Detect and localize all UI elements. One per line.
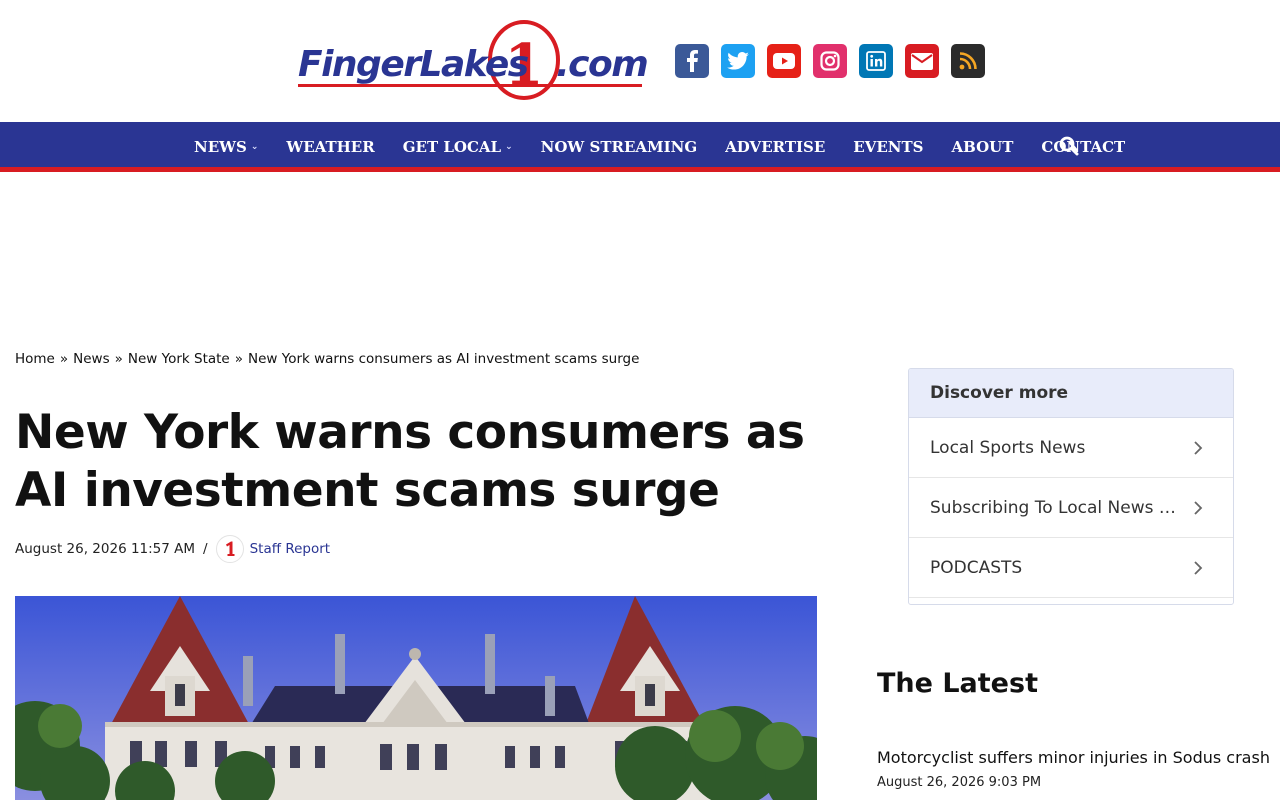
- discover-more-panel: Discover more Local Sports News Subscrib…: [908, 368, 1234, 605]
- discover-item-local-sports-news[interactable]: Local Sports News: [909, 418, 1233, 478]
- nav-item-advertise[interactable]: ADVERTISE: [725, 138, 825, 156]
- latest-date: August 26, 2026 9:03 PM: [877, 775, 1042, 790]
- nav-item-contact[interactable]: CONTACT: [1041, 138, 1125, 156]
- breadcrumb-new-york-state[interactable]: New York State: [128, 351, 230, 367]
- logo-numeral-icon: [225, 541, 235, 556]
- logo-underline: [298, 84, 642, 87]
- site-logo[interactable]: 1 FingerLakes .com: [294, 16, 649, 106]
- nav-item-events[interactable]: EVENTS: [853, 138, 923, 156]
- nav-item-now-streaming[interactable]: NOW STREAMING: [541, 138, 698, 156]
- email-icon[interactable]: [905, 44, 939, 78]
- social-links: [675, 44, 985, 78]
- discover-item-subscribing[interactable]: Subscribing To Local News P...: [909, 478, 1233, 538]
- latest-headline-link[interactable]: Motorcyclist suffers minor injuries in S…: [877, 748, 1270, 767]
- logo-text-right: .com: [556, 44, 649, 85]
- chevron-right-icon: [1194, 440, 1203, 455]
- author-link[interactable]: Staff Report: [250, 541, 330, 557]
- nav-list: NEWS ⌄ WEATHER GET LOCAL ⌄ NOW STREAMING A…: [194, 122, 1153, 172]
- breadcrumb-current: New York warns consumers as AI investmen…: [248, 351, 640, 367]
- chevron-down-icon: ⌄: [250, 142, 259, 152]
- discover-heading: Discover more: [909, 369, 1233, 418]
- instagram-icon[interactable]: [813, 44, 847, 78]
- rss-icon[interactable]: [951, 44, 985, 78]
- article-date: August 26, 2026 11:57 AM: [15, 541, 196, 557]
- nav-item-about[interactable]: ABOUT: [952, 138, 1014, 156]
- linkedin-icon[interactable]: [859, 44, 893, 78]
- nav-item-weather[interactable]: WEATHER: [286, 138, 374, 156]
- logo-text-left: FingerLakes: [298, 44, 529, 85]
- site-header: 1 FingerLakes .com: [0, 0, 1280, 122]
- chevron-down-icon: ⌄: [505, 142, 513, 152]
- facebook-icon[interactable]: [675, 44, 709, 78]
- main-nav: NEWS ⌄ WEATHER GET LOCAL ⌄ NOW STREAMING A…: [0, 122, 1280, 172]
- latest-heading: The Latest: [877, 668, 1038, 699]
- chevron-right-icon: [1194, 560, 1203, 575]
- nav-item-news[interactable]: NEWS ⌄: [194, 138, 258, 156]
- nav-item-get-local[interactable]: GET LOCAL ⌄: [403, 138, 513, 156]
- chevron-right-icon: [1194, 500, 1203, 515]
- article-title: New York warns consumers as AI investmen…: [15, 405, 805, 518]
- youtube-icon[interactable]: [767, 44, 801, 78]
- hero-image: [15, 596, 817, 800]
- article-meta: August 26, 2026 11:57 AM / Staff Report: [15, 534, 330, 564]
- latest-item: Motorcyclist suffers minor injuries in S…: [877, 748, 1270, 790]
- discover-item-podcasts[interactable]: PODCASTS: [909, 538, 1233, 598]
- breadcrumb-news[interactable]: News: [73, 351, 109, 367]
- twitter-icon[interactable]: [721, 44, 755, 78]
- breadcrumb-home[interactable]: Home: [15, 351, 55, 367]
- author-avatar[interactable]: [215, 535, 244, 563]
- search-icon[interactable]: [1059, 136, 1079, 160]
- breadcrumb: Home» News» New York State» New York warns …: [15, 351, 640, 367]
